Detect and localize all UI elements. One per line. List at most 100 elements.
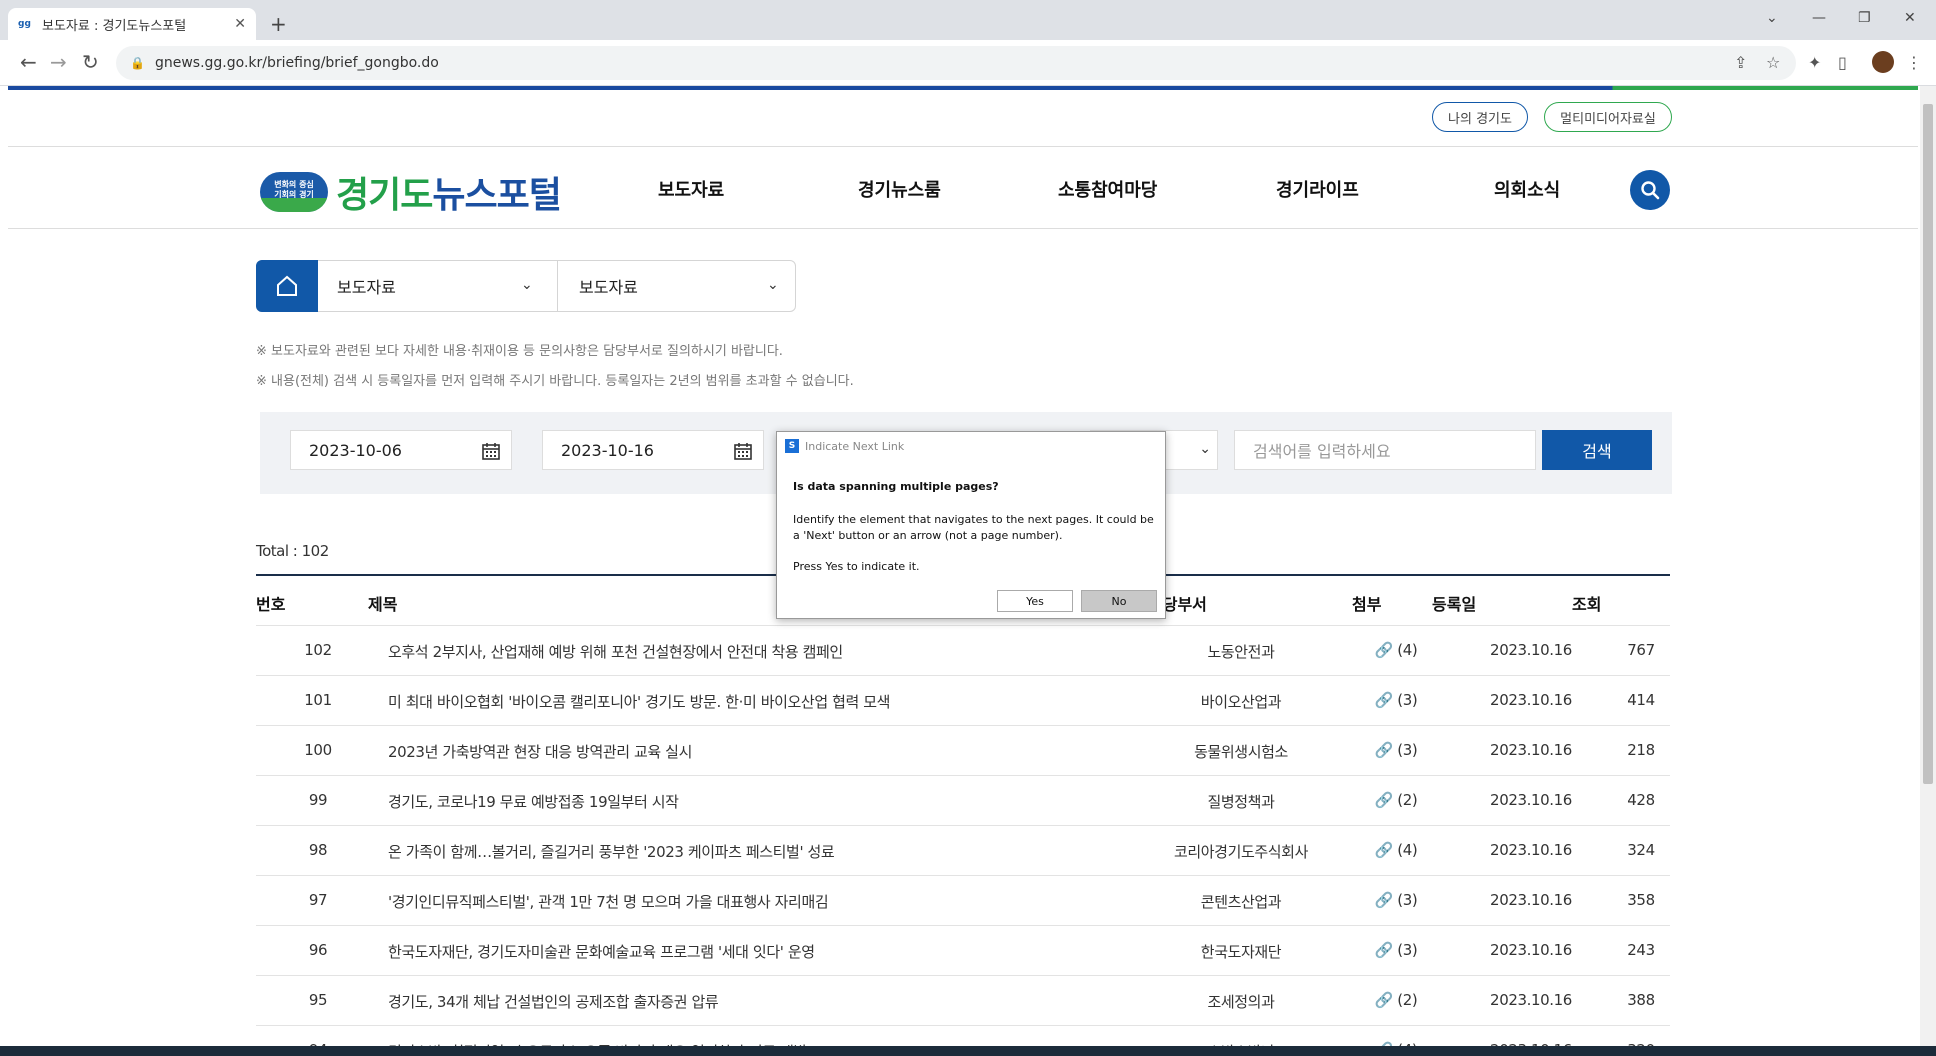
browser-menu-icon[interactable]: ⋮ xyxy=(1906,53,1922,72)
site-favicon-icon: gg xyxy=(18,19,31,29)
home-button[interactable] xyxy=(256,260,318,312)
row-attachment[interactable]: 🔗 (2) xyxy=(1366,991,1426,1009)
multimedia-button[interactable]: 멀티미디어자료실 xyxy=(1544,102,1672,132)
row-attachment[interactable]: 🔗 (3) xyxy=(1366,891,1426,909)
gnb-item-press-release[interactable]: 보도자료 xyxy=(658,176,724,202)
header-search-button[interactable] xyxy=(1630,170,1670,210)
header-divider xyxy=(8,146,1918,147)
dialog-titlebar: S Indicate Next Link xyxy=(785,439,904,453)
keyword-input[interactable]: 검색어를 입력하세요 xyxy=(1234,430,1536,470)
row-attachment[interactable]: 🔗 (3) xyxy=(1366,691,1426,709)
row-attachment-count: (4) xyxy=(1397,841,1418,859)
row-title-link[interactable]: 오후석 2부지사, 산업재해 예방 위해 포천 건설현장에서 안전대 착용 캠페… xyxy=(388,641,843,662)
reload-icon[interactable]: ↻ xyxy=(82,50,99,74)
table-row[interactable]: 98 온 가족이 함께…볼거리, 즐길거리 풍부한 '2023 케이파츠 페스티… xyxy=(256,825,1670,875)
gnb-item-newsroom[interactable]: 경기뉴스룸 xyxy=(858,176,941,202)
site-logo[interactable]: 변화의 중심 기회의 경기 경기도뉴스포털 xyxy=(260,166,562,218)
row-title-link[interactable]: 경기도, 34개 체납 건설법인의 공제조합 출자증권 압류 xyxy=(388,991,719,1012)
breadcrumb-divider xyxy=(557,261,558,311)
row-dept: 노동안전과 xyxy=(1207,643,1275,661)
breadcrumb-level1-label: 보도자료 xyxy=(337,278,396,297)
table-row[interactable]: 102 오후석 2부지사, 산업재해 예방 위해 포천 건설현장에서 안전대 착… xyxy=(256,625,1670,675)
dialog-question: Is data spanning multiple pages? xyxy=(793,480,999,493)
dialog-no-button[interactable]: No xyxy=(1081,590,1157,612)
share-icon[interactable]: ⇪ xyxy=(1734,53,1747,72)
indicate-next-link-dialog: S Indicate Next Link Is data spanning mu… xyxy=(776,431,1166,619)
row-dept: 콘텐츠산업과 xyxy=(1200,893,1282,911)
gnb-item-participation[interactable]: 소통참여마당 xyxy=(1058,176,1157,202)
chevron-down-icon: ⌄ xyxy=(767,277,779,293)
row-views: 243 xyxy=(1627,941,1655,959)
table-row[interactable]: 100 2023년 가축방역관 현장 대응 방역관리 교육 실시 동물위생시험소… xyxy=(256,725,1670,775)
table-row[interactable]: 101 미 최대 바이오협회 '바이오콤 캘리포니아' 경기도 방문. 한·미 … xyxy=(256,675,1670,725)
table-row[interactable]: 95 경기도, 34개 체납 건설법인의 공제조합 출자증권 압류 조세정의과 … xyxy=(256,975,1670,1025)
tab-title: 보도자료 : 경기도뉴스포털 xyxy=(42,18,187,34)
back-icon[interactable]: ← xyxy=(20,50,37,74)
address-bar[interactable]: 🔒 gnews.gg.go.kr/briefing/brief_gongbo.d… xyxy=(116,46,1796,80)
restore-icon[interactable]: ❐ xyxy=(1858,10,1871,26)
minimize-icon[interactable]: — xyxy=(1812,10,1826,26)
row-dept: 조세정의과 xyxy=(1207,993,1275,1011)
row-title-link[interactable]: 미 최대 바이오협회 '바이오콤 캘리포니아' 경기도 방문. 한·미 바이오산… xyxy=(388,691,890,712)
search-icon xyxy=(1641,181,1660,200)
row-attachment[interactable]: 🔗 (4) xyxy=(1366,841,1426,859)
tab-search-icon[interactable]: ⌄ xyxy=(1766,10,1778,26)
scrollbar-thumb[interactable] xyxy=(1923,104,1933,784)
bookmark-star-icon[interactable]: ☆ xyxy=(1766,53,1780,72)
tab-close-icon[interactable]: ✕ xyxy=(234,16,246,32)
calendar-icon[interactable] xyxy=(481,441,501,461)
side-panel-icon[interactable]: ▯ xyxy=(1838,53,1847,72)
app-logo-icon: S xyxy=(785,439,799,453)
table-row[interactable]: 97 '경기인디뮤직페스티벌', 관객 1만 7천 명 모으며 가을 대표행사 … xyxy=(256,875,1670,925)
row-title-link[interactable]: 한국도자재단, 경기도자미술관 문화예술교육 프로그램 '세대 잇다' 운영 xyxy=(388,941,815,962)
row-attachment-count: (4) xyxy=(1397,641,1418,659)
page-scrollbar[interactable] xyxy=(1920,86,1936,1056)
logo-text-newsportal: 뉴스포털 xyxy=(432,175,561,216)
dialog-title: Indicate Next Link xyxy=(805,439,905,453)
row-attachment-count: (3) xyxy=(1397,891,1418,909)
row-attachment[interactable]: 🔗 (4) xyxy=(1366,641,1426,659)
column-header-views: 조회 xyxy=(1572,595,1602,614)
start-date-input[interactable]: 2023-10-06 xyxy=(290,430,512,470)
row-attachment[interactable]: 🔗 (3) xyxy=(1366,941,1426,959)
new-tab-icon[interactable]: + xyxy=(270,12,287,36)
table-row[interactable]: 99 경기도, 코로나19 무료 예방접종 19일부터 시작 질병정책과 🔗 (… xyxy=(256,775,1670,825)
row-number: 97 xyxy=(308,891,328,909)
row-dept: 코리아경기도주식회사 xyxy=(1173,843,1308,861)
gnb-item-life[interactable]: 경기라이프 xyxy=(1276,176,1359,202)
breadcrumb-select-level2[interactable]: 보도자료 xyxy=(579,261,779,311)
row-attachment[interactable]: 🔗 (2) xyxy=(1366,791,1426,809)
forward-icon[interactable]: → xyxy=(50,50,67,74)
row-number: 102 xyxy=(304,641,332,659)
notice-text-1: ※ 보도자료와 관련된 보다 자세한 내용·취재이용 등 문의사항은 담당부서로… xyxy=(256,344,783,359)
search-button[interactable]: 검색 xyxy=(1542,430,1652,470)
row-views: 414 xyxy=(1627,691,1655,709)
table-row[interactable]: 96 한국도자재단, 경기도자미술관 문화예술교육 프로그램 '세대 잇다' 운… xyxy=(256,925,1670,975)
row-number: 98 xyxy=(308,841,328,859)
row-title-link[interactable]: '경기인디뮤직페스티벌', 관객 1만 7천 명 모으며 가을 대표행사 자리매… xyxy=(388,891,829,912)
my-gyeonggi-button[interactable]: 나의 경기도 xyxy=(1432,102,1528,132)
chevron-down-icon: ⌄ xyxy=(521,277,533,293)
row-attachment[interactable]: 🔗 (3) xyxy=(1366,741,1426,759)
calendar-icon[interactable] xyxy=(733,441,753,461)
row-title-link[interactable]: 경기도, 코로나19 무료 예방접종 19일부터 시작 xyxy=(388,791,679,812)
dialog-yes-button[interactable]: Yes xyxy=(997,590,1073,612)
total-count: Total : 102 xyxy=(256,542,329,560)
extensions-icon[interactable]: ✦ xyxy=(1808,53,1821,72)
row-views: 324 xyxy=(1627,841,1655,859)
row-attachment-count: (2) xyxy=(1397,791,1418,809)
browser-toolbar: ← → ↻ 🔒 gnews.gg.go.kr/briefing/brief_go… xyxy=(0,40,1936,86)
row-views: 428 xyxy=(1627,791,1655,809)
paperclip-icon: 🔗 xyxy=(1374,691,1394,709)
window-close-icon[interactable]: ✕ xyxy=(1904,10,1916,26)
header-bottom-divider xyxy=(8,228,1918,229)
gnb-item-council[interactable]: 의회소식 xyxy=(1494,176,1560,202)
paperclip-icon: 🔗 xyxy=(1374,941,1394,959)
row-title-link[interactable]: 2023년 가축방역관 현장 대응 방역관리 교육 실시 xyxy=(388,741,692,762)
row-title-link[interactable]: 온 가족이 함께…볼거리, 즐길거리 풍부한 '2023 케이파츠 페스티벌' … xyxy=(388,841,835,862)
url-text: gnews.gg.go.kr/briefing/brief_gongbo.do xyxy=(154,55,439,71)
profile-avatar[interactable] xyxy=(1872,51,1894,73)
end-date-input[interactable]: 2023-10-16 xyxy=(542,430,764,470)
browser-tab[interactable]: gg 보도자료 : 경기도뉴스포털 ✕ xyxy=(8,8,256,40)
end-date-value: 2023-10-16 xyxy=(561,440,654,460)
